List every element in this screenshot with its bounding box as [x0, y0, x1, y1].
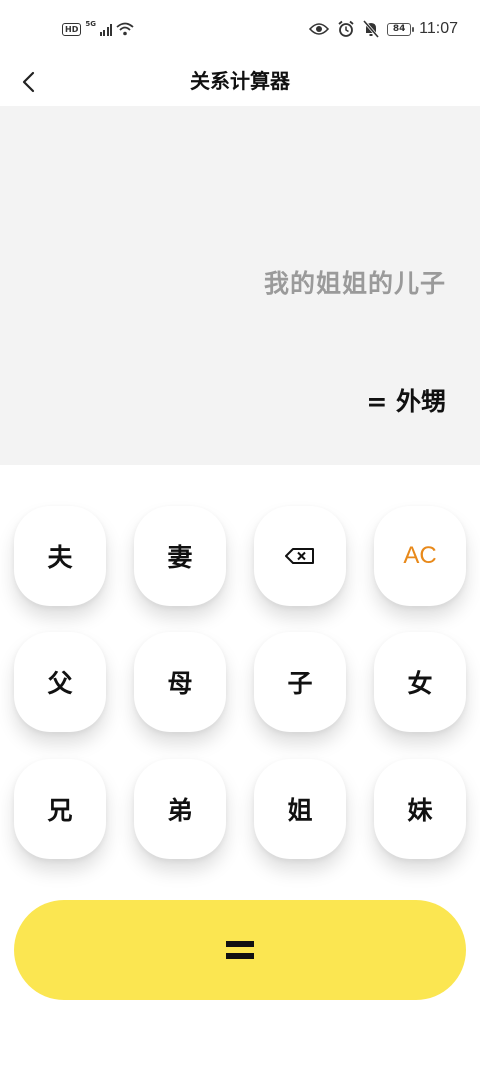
mute-icon	[363, 20, 380, 38]
backspace-icon	[285, 548, 314, 564]
result-text: = 外甥	[366, 387, 446, 416]
battery-icon: 84	[387, 22, 415, 36]
key-elder-sister[interactable]: 姐	[254, 759, 346, 859]
clear-all-button[interactable]: AC	[374, 506, 466, 606]
key-elder-brother[interactable]: 兄	[14, 759, 106, 859]
status-left: HD 5G	[62, 20, 135, 38]
signal-icon	[99, 23, 113, 36]
key-son[interactable]: 子	[254, 632, 346, 732]
result-display: 我的姐姐的儿子 = 外甥	[0, 106, 480, 465]
key-younger-brother[interactable]: 弟	[134, 759, 226, 859]
hd-badge: HD	[62, 22, 82, 36]
key-mother[interactable]: 母	[134, 632, 226, 732]
key-father[interactable]: 父	[14, 632, 106, 732]
backspace-button[interactable]	[254, 506, 346, 606]
equals-button[interactable]	[14, 900, 466, 1000]
key-younger-sister[interactable]: 妹	[374, 759, 466, 859]
alarm-icon	[338, 20, 354, 37]
clock: 11:07	[419, 20, 458, 37]
wifi-icon	[116, 22, 135, 36]
battery-level: 84	[392, 24, 406, 34]
key-daughter[interactable]: 女	[374, 632, 466, 732]
key-husband[interactable]: 夫	[14, 506, 106, 606]
eye-icon	[309, 23, 330, 35]
title-bar: 关系计算器	[0, 58, 480, 106]
network-type: 5G	[85, 20, 96, 28]
status-bar: HD 5G 84 11:07	[0, 0, 480, 58]
key-wife[interactable]: 妻	[134, 506, 226, 606]
equals-icon	[226, 941, 254, 959]
expression-text: 我的姐姐的儿子	[263, 269, 446, 298]
status-right: 84 11:07	[309, 18, 458, 40]
page-title: 关系计算器	[190, 69, 290, 93]
